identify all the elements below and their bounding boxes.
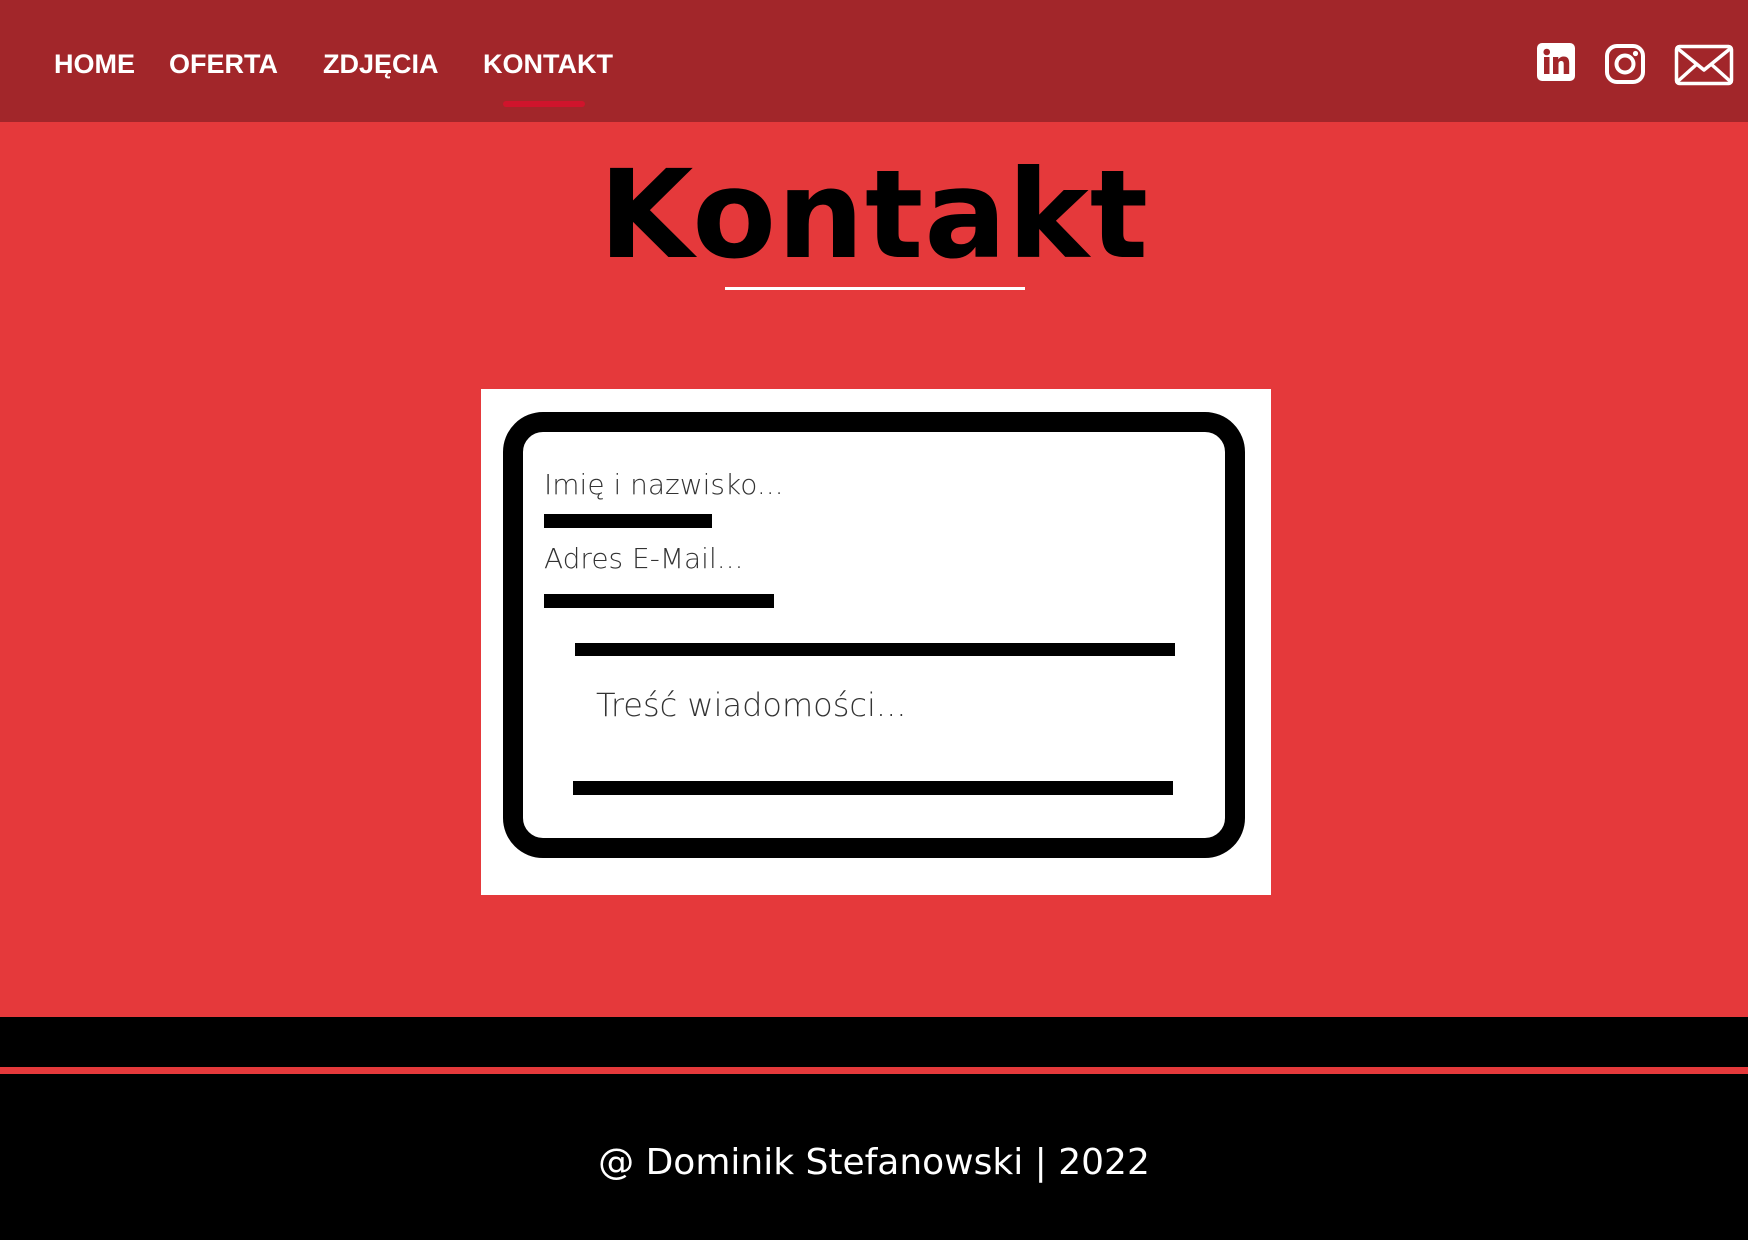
title-underline	[725, 287, 1025, 290]
top-nav-bar: HOME OFERTA ZDJĘCIA KONTAKT	[0, 0, 1748, 122]
name-field[interactable]: Imię i nazwisko...	[544, 468, 784, 501]
email-field[interactable]: Adres E-Mail...	[544, 542, 743, 575]
mail-icon[interactable]	[1674, 44, 1734, 86]
footer-copyright: @ Dominik Stefanowski | 2022	[598, 1142, 1150, 1183]
message-field[interactable]: Treść wiadomości...	[596, 686, 906, 724]
footer-divider	[0, 1067, 1748, 1074]
linkedin-icon[interactable]	[1537, 43, 1575, 81]
message-field-top-border	[575, 643, 1175, 656]
page-title: Kontakt	[598, 144, 1150, 286]
email-field-underline	[544, 594, 774, 608]
nav-kontakt[interactable]: KONTAKT	[483, 44, 613, 84]
nav-zdjecia[interactable]: ZDJĘCIA	[323, 44, 439, 84]
nav-oferta[interactable]: OFERTA	[169, 44, 278, 84]
nav-home[interactable]: HOME	[54, 44, 135, 84]
active-nav-indicator	[503, 101, 585, 107]
message-field-bottom-border	[573, 781, 1173, 795]
instagram-icon[interactable]	[1604, 43, 1646, 85]
name-field-underline	[544, 514, 712, 528]
footer-top-band	[0, 1017, 1748, 1067]
